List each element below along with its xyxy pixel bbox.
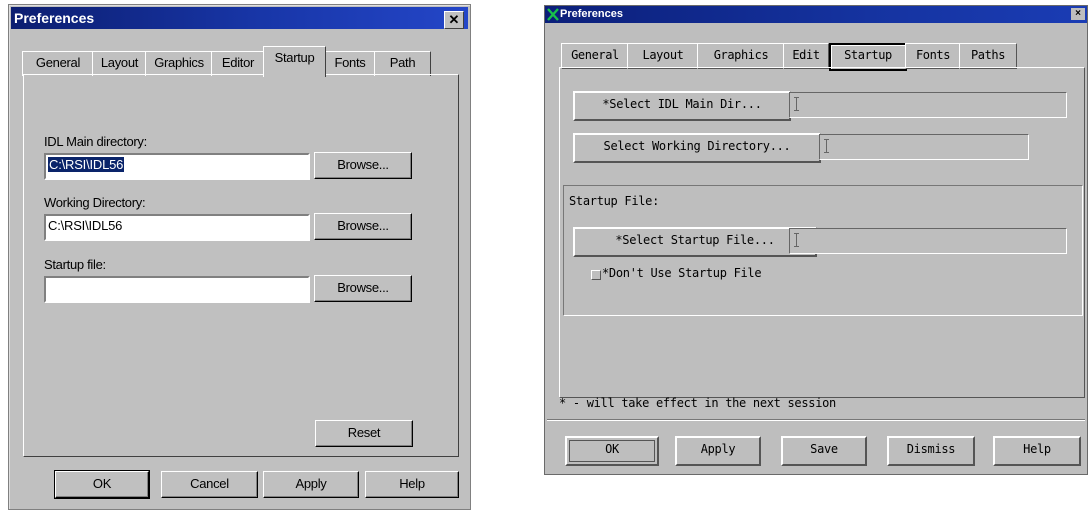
select-startup-file-button[interactable]: *Select Startup File... [573,227,817,257]
window-title-bar: Preferences ✕ [11,7,468,29]
startup-file-group-label: Startup File: [569,194,660,208]
apply-button[interactable]: Apply [675,436,761,466]
main-dir-value: C:\RSI\IDL56 [48,157,125,172]
select-main-dir-button[interactable]: *Select IDL Main Dir... [573,91,791,121]
footnote: * - will take effect in the next session [559,396,836,410]
close-icon[interactable]: × [1071,8,1085,20]
startup-file-field[interactable] [789,228,1067,254]
main-dir-label: IDL Main directory: [44,134,147,149]
window-title-bar: Preferences × [545,6,1087,23]
reset-button[interactable]: Reset [315,420,413,447]
browse-main-dir-button[interactable]: Browse... [314,152,412,179]
window-title: Preferences [560,8,623,20]
tab-fonts[interactable]: Fonts [324,51,376,76]
help-button[interactable]: Help [365,471,459,498]
browse-startup-file-button[interactable]: Browse... [314,275,412,302]
tab-editor[interactable]: Editor [211,51,265,76]
apply-button[interactable]: Apply [263,471,359,498]
startup-tab-panel: IDL Main directory: C:\RSI\IDL56 Browse.… [23,74,459,457]
tab-path[interactable]: Path [374,51,431,76]
x-logo-icon [547,8,559,21]
working-dir-field[interactable]: C:\RSI\IDL56 [44,214,310,241]
dont-use-startup-checkbox[interactable] [591,270,601,280]
select-working-dir-button[interactable]: Select Working Directory... [573,133,821,163]
dismiss-button[interactable]: Dismiss [887,436,975,466]
startup-file-label: Startup file: [44,257,106,272]
save-button[interactable]: Save [781,436,867,466]
main-dir-field[interactable]: C:\RSI\IDL56 [44,153,310,180]
windows-preferences-dialog: Preferences ✕ General Layout Graphics Ed… [8,4,471,510]
cancel-button[interactable]: Cancel [161,471,258,498]
tab-graphics[interactable]: Graphics [145,51,213,76]
tab-paths[interactable]: Paths [959,43,1017,69]
text-cursor-icon [794,233,799,247]
tab-startup[interactable]: Startup [263,46,326,77]
text-cursor-icon [824,139,829,153]
tab-layout[interactable]: Layout [627,43,699,69]
working-dir-label: Working Directory: [44,195,146,210]
ok-button[interactable]: OK [54,470,150,499]
button-row-separator [547,419,1085,421]
tab-fonts[interactable]: Fonts [905,43,961,69]
dont-use-startup-label: *Don't Use Startup File [602,266,762,280]
browse-working-dir-button[interactable]: Browse... [314,213,412,240]
main-dir-field[interactable] [789,92,1067,118]
tab-layout[interactable]: Layout [92,51,147,76]
text-cursor-icon [794,97,799,111]
tab-graphics[interactable]: Graphics [697,43,785,69]
tab-general[interactable]: General [22,51,94,76]
window-title: Preferences [14,10,95,26]
motif-preferences-dialog: Preferences × General Layout Graphics Ed… [544,5,1088,475]
help-button[interactable]: Help [993,436,1081,466]
startup-file-field[interactable] [44,276,310,303]
ok-button[interactable]: OK [565,436,659,466]
close-icon[interactable]: ✕ [444,11,464,29]
working-dir-field[interactable] [819,134,1029,160]
tab-edit[interactable]: Edit [783,43,829,69]
tab-general[interactable]: General [561,43,629,69]
